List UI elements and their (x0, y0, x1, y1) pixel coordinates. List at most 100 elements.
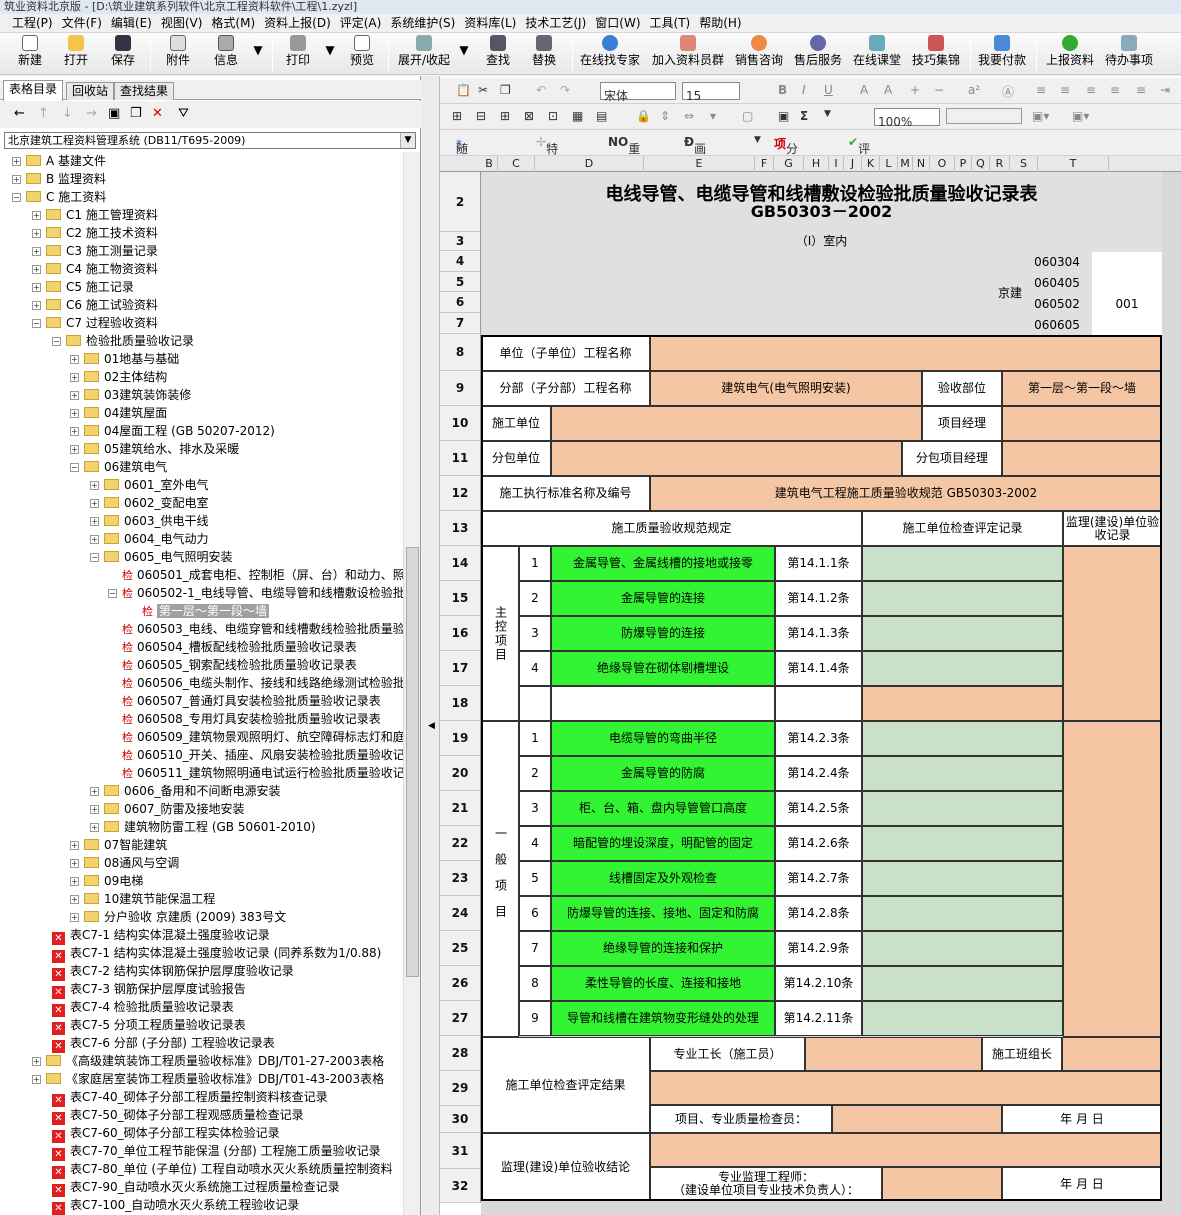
column-header-cell[interactable]: Q (972, 156, 990, 172)
menu-item[interactable]: 文件(F) (62, 16, 102, 30)
tree-node[interactable]: 检 060508_专用灯具安装检验批质量验收记录表 (108, 710, 381, 728)
minus-icon[interactable]: − (934, 83, 944, 97)
menu-item[interactable]: 资料上报(D) (264, 16, 331, 30)
add-table-icon[interactable]: ▣ (108, 106, 120, 121)
expand-plus-icon[interactable]: + (90, 499, 99, 508)
item-check[interactable] (862, 826, 1063, 861)
column-header-cell[interactable]: T (1038, 156, 1109, 172)
tab-recycle-bin[interactable]: 回收站 (66, 82, 115, 100)
tree-node[interactable]: 检 060505_钢索配线检验批质量验收记录表 (108, 656, 357, 674)
item-check[interactable] (862, 931, 1063, 966)
row-header-cell[interactable]: 12 (440, 476, 481, 511)
tree-node[interactable]: ✕ 表C7-100_自动喷水灭火系统工程验收记录 (52, 1196, 299, 1215)
expand-plus-icon[interactable]: + (70, 391, 79, 400)
menu-item[interactable]: 技术工艺(J) (525, 16, 586, 30)
fill-icon[interactable]: ▢ (742, 109, 753, 123)
menu-item[interactable]: 窗口(W) (595, 16, 640, 30)
tree-node[interactable]: +01地基与基础 (70, 350, 179, 368)
tree-node[interactable]: ✕ 表C7-40_砌体子分部工程质量控制资料核查记录 (52, 1088, 328, 1107)
col-width-icon[interactable]: ⇔ (684, 109, 694, 123)
exec-value[interactable]: 建筑电气工程施工质量验收规范 GB50303-2002 (650, 476, 1162, 511)
tree-node[interactable]: ✕ 表C7-70_单位工程节能保温 (分部) 工程施工质量验收记录 (52, 1142, 381, 1161)
column-header-cell[interactable]: M (898, 156, 913, 172)
unit-value[interactable] (650, 335, 1162, 371)
row-header-cell[interactable]: 29 (440, 1071, 481, 1106)
item-check[interactable] (862, 616, 1063, 651)
find-button[interactable]: 查找 (482, 35, 514, 73)
expand-plus-icon[interactable]: + (70, 859, 79, 868)
attach-button[interactable]: 附件 (162, 35, 194, 73)
expand-plus-icon[interactable]: + (90, 535, 99, 544)
indent-icon[interactable]: ⇥ (1160, 83, 1170, 97)
menu-item[interactable]: 评定(A) (340, 16, 382, 30)
item-check[interactable] (862, 1001, 1063, 1036)
tree-node[interactable]: − 检验批质量验收记录 (52, 332, 194, 350)
main-supervisor-record[interactable] (1063, 546, 1162, 721)
grid-icon[interactable]: ▤ (596, 109, 607, 123)
sum-icon[interactable]: Σ (800, 109, 808, 123)
collapse-minus-icon[interactable]: − (52, 337, 61, 346)
tree-node[interactable]: +0602_变配电室 (90, 494, 209, 512)
todo-button[interactable]: 待办事项 (1103, 35, 1155, 73)
border-icon[interactable]: ▦ (572, 109, 583, 123)
row-header-cell[interactable]: 7 (440, 313, 481, 334)
new-button[interactable]: 新建 (14, 35, 46, 73)
row-header-cell[interactable]: 20 (440, 756, 481, 791)
row-header-cell[interactable]: 31 (440, 1133, 481, 1169)
item-check[interactable] (862, 896, 1063, 931)
tree-node[interactable]: + C1 施工管理资料 (32, 206, 158, 224)
expand-plus-icon[interactable]: + (70, 895, 79, 904)
row-header-cell[interactable]: 5 (440, 272, 481, 292)
expand-plus-icon[interactable]: + (90, 823, 99, 832)
tree-node[interactable]: ✕ 表C7-60_砌体子分部工程实体检验记录 (52, 1124, 280, 1143)
paste-icon[interactable]: 📋 (456, 83, 471, 97)
menu-item[interactable]: 编辑(E) (111, 16, 152, 30)
expand-plus-icon[interactable]: + (12, 157, 21, 166)
delete-row-icon[interactable]: ⊟ (476, 109, 486, 123)
tree-node[interactable]: +04屋面工程 (GB 50207-2012) (70, 422, 275, 440)
expand-plus-icon[interactable]: + (70, 409, 79, 418)
expand-plus-icon[interactable]: + (70, 445, 79, 454)
tree-node[interactable]: ✕ 表C7-3 钢筋保护层厚度试验报告 (52, 980, 246, 999)
row-header-cell[interactable]: 30 (440, 1106, 481, 1133)
online-expert-button[interactable]: 在线找专家 (578, 35, 642, 73)
inspector-value[interactable] (832, 1105, 1002, 1133)
expand-plus-icon[interactable]: + (70, 877, 79, 886)
scroll-thumb[interactable] (406, 547, 419, 977)
tree-node[interactable]: +05建筑给水、排水及采暖 (70, 440, 239, 458)
tree-node[interactable]: +07智能建筑 (70, 836, 167, 854)
expand-plus-icon[interactable]: + (32, 265, 41, 274)
serial-cell[interactable] (1092, 252, 1162, 273)
tree-node[interactable]: + 《高级建筑装饰工程质量验收标准》DBJ/T01-27-2003表格 (32, 1052, 384, 1070)
expand-plus-icon[interactable]: + (12, 175, 21, 184)
tree-scrollbar[interactable] (403, 152, 420, 1215)
align-left-icon[interactable]: ≡ (1036, 83, 1046, 97)
column-header-cell[interactable]: I (829, 156, 844, 172)
italic-icon[interactable]: I (802, 83, 806, 97)
tree-node[interactable]: − C7 过程验收资料 (32, 314, 158, 332)
replace-button[interactable]: 替换 (528, 35, 560, 73)
column-header-cell[interactable]: N (913, 156, 930, 172)
tree-node[interactable]: 检 060511_建筑物照明通电试运行检验批质量验收记 (108, 764, 403, 782)
row-header-cell[interactable]: 23 (440, 861, 481, 896)
tree-node[interactable]: +0607_防雷及接地安装 (90, 800, 245, 818)
arrow-left-icon[interactable]: ← (14, 106, 25, 121)
item-check[interactable] (862, 651, 1063, 686)
tree-node[interactable]: ✕ 表C7-4 检验批质量验收记录表 (52, 998, 234, 1017)
row-header-cell[interactable]: 4 (440, 251, 481, 272)
row-header-cell[interactable]: 24 (440, 896, 481, 931)
tree-node[interactable]: 检 060503_电线、电缆穿管和线槽敷线检验批质量验 (108, 620, 403, 638)
renumber-button[interactable]: NO重新编号 (608, 135, 640, 207)
preview-button[interactable]: 预览 (346, 35, 378, 73)
expand-plus-icon[interactable]: + (90, 517, 99, 526)
item-check[interactable] (862, 686, 1063, 721)
tree-node[interactable]: ✕ 表C7-6 分部 (子分部) 工程验收记录表 (52, 1034, 275, 1053)
copy-icon[interactable]: ❐ (130, 106, 142, 121)
expand-plus-icon[interactable]: + (90, 805, 99, 814)
row-header-cell[interactable]: 28 (440, 1036, 481, 1071)
pay-button[interactable]: 我要付款 (976, 35, 1028, 73)
menu-item[interactable]: 视图(V) (161, 16, 203, 30)
chevron-down-icon[interactable]: ▼ (400, 133, 415, 148)
tips-button[interactable]: 技巧集锦 (910, 35, 962, 73)
row-header-cell[interactable]: 14 (440, 546, 481, 581)
